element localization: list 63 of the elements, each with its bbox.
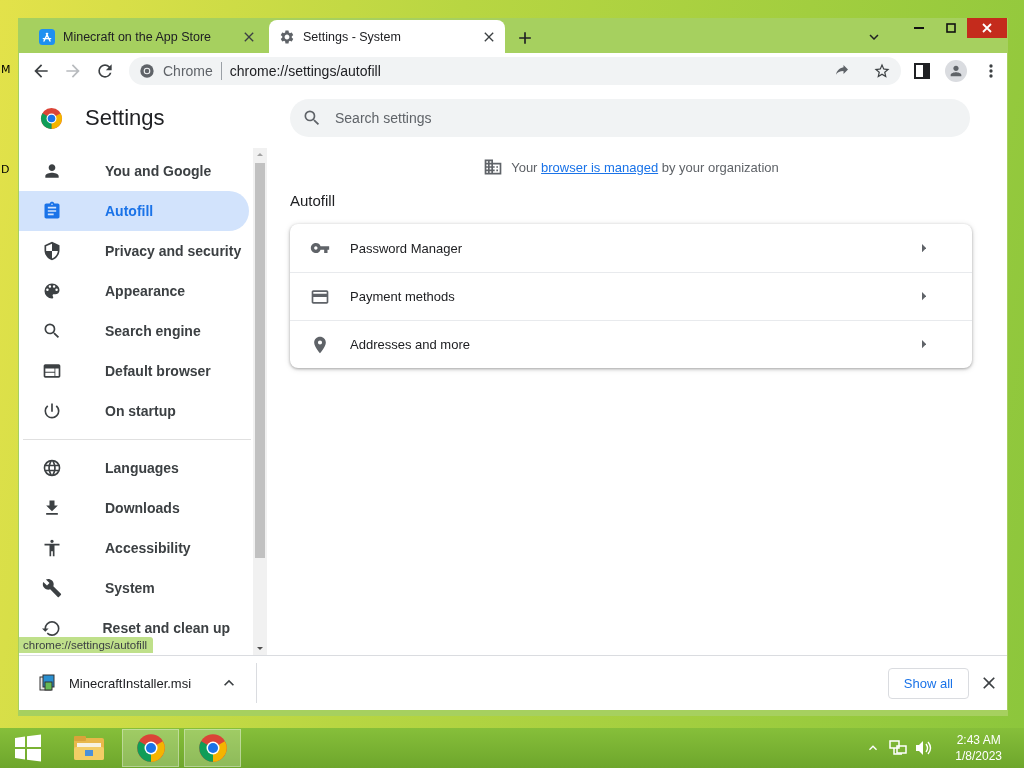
chrome-icon: [197, 733, 228, 763]
folder-icon: [72, 734, 105, 762]
profile-avatar[interactable]: [945, 59, 967, 82]
installer-file-icon: [38, 674, 56, 692]
maximize-icon[interactable]: [946, 23, 956, 33]
browser-tab[interactable]: Minecraft on the App Store: [29, 20, 265, 53]
browser-window-icon: [42, 361, 62, 381]
managed-link[interactable]: browser is managed: [541, 159, 659, 175]
app-store-icon: [39, 28, 55, 45]
scroll-down-icon[interactable]: [257, 647, 263, 650]
url-text: chrome://settings/autofill: [229, 62, 382, 79]
windows-start-icon[interactable]: [13, 734, 42, 762]
palette-icon: [42, 281, 62, 301]
taskbar-app[interactable]: [184, 729, 241, 767]
desktop-icon-label: D: [1, 163, 10, 176]
building-icon: [483, 157, 504, 177]
close-icon: [982, 23, 992, 33]
download-filename: MinecraftInstaller.msi: [69, 675, 193, 691]
sidebar-item[interactable]: Appearance: [19, 271, 249, 311]
globe-icon: [42, 458, 62, 478]
power-icon: [42, 401, 62, 421]
chrome-icon: [139, 62, 155, 79]
arrow-right-icon: [921, 292, 926, 301]
close-button[interactable]: [967, 18, 1007, 38]
sidebar-item[interactable]: Languages: [19, 448, 249, 488]
desktop-icon-label: M: [1, 63, 11, 76]
search-field[interactable]: Search settings: [290, 99, 970, 137]
clipboard-icon: [42, 201, 62, 221]
managed-notice: Your browser is managed by your organization: [511, 159, 779, 175]
page-title: Settings: [85, 105, 165, 131]
sidebar-item[interactable]: System: [19, 568, 249, 608]
sidebar-item[interactable]: Default browser: [19, 351, 249, 391]
settings-row[interactable]: Password Manager: [290, 224, 972, 272]
network-icon[interactable]: [889, 740, 908, 756]
arrow-right-icon: [921, 243, 926, 253]
browser-tab[interactable]: Settings - System: [269, 20, 505, 53]
sidebar-item[interactable]: On startup: [19, 391, 249, 431]
sidebar-item[interactable]: Downloads: [19, 488, 249, 528]
address-bar[interactable]: Chrome chrome://settings/autofill: [129, 56, 901, 85]
sidebar-item[interactable]: You and Google: [19, 151, 249, 191]
sidebar-item[interactable]: Privacy and security: [19, 231, 249, 271]
settings-row[interactable]: Payment methods: [290, 272, 972, 320]
search-icon: [42, 321, 62, 341]
search-icon: [302, 108, 322, 128]
gear-icon: [279, 28, 295, 45]
settings-row[interactable]: Addresses and more: [290, 320, 972, 368]
shield-icon: [42, 241, 62, 261]
arrow-right-icon: [921, 340, 926, 349]
side-panel-icon[interactable]: [913, 61, 931, 80]
history-icon: [42, 620, 60, 636]
status-tooltip: chrome://settings/autofill: [19, 637, 153, 653]
sidebar-item[interactable]: Accessibility: [19, 528, 249, 568]
speaker-icon[interactable]: [915, 740, 934, 756]
section-title: Autofill: [290, 192, 337, 209]
taskbar-app[interactable]: [122, 729, 179, 767]
show-all-button[interactable]: Show all: [887, 667, 969, 699]
sidebar-item[interactable]: Search engine: [19, 311, 249, 351]
accessibility-icon: [42, 538, 62, 558]
scrollbar[interactable]: [253, 148, 267, 655]
site-label: Chrome: [163, 62, 213, 79]
chrome-logo-icon: [40, 106, 63, 130]
wrench-icon: [42, 578, 62, 598]
chrome-icon: [135, 733, 166, 763]
